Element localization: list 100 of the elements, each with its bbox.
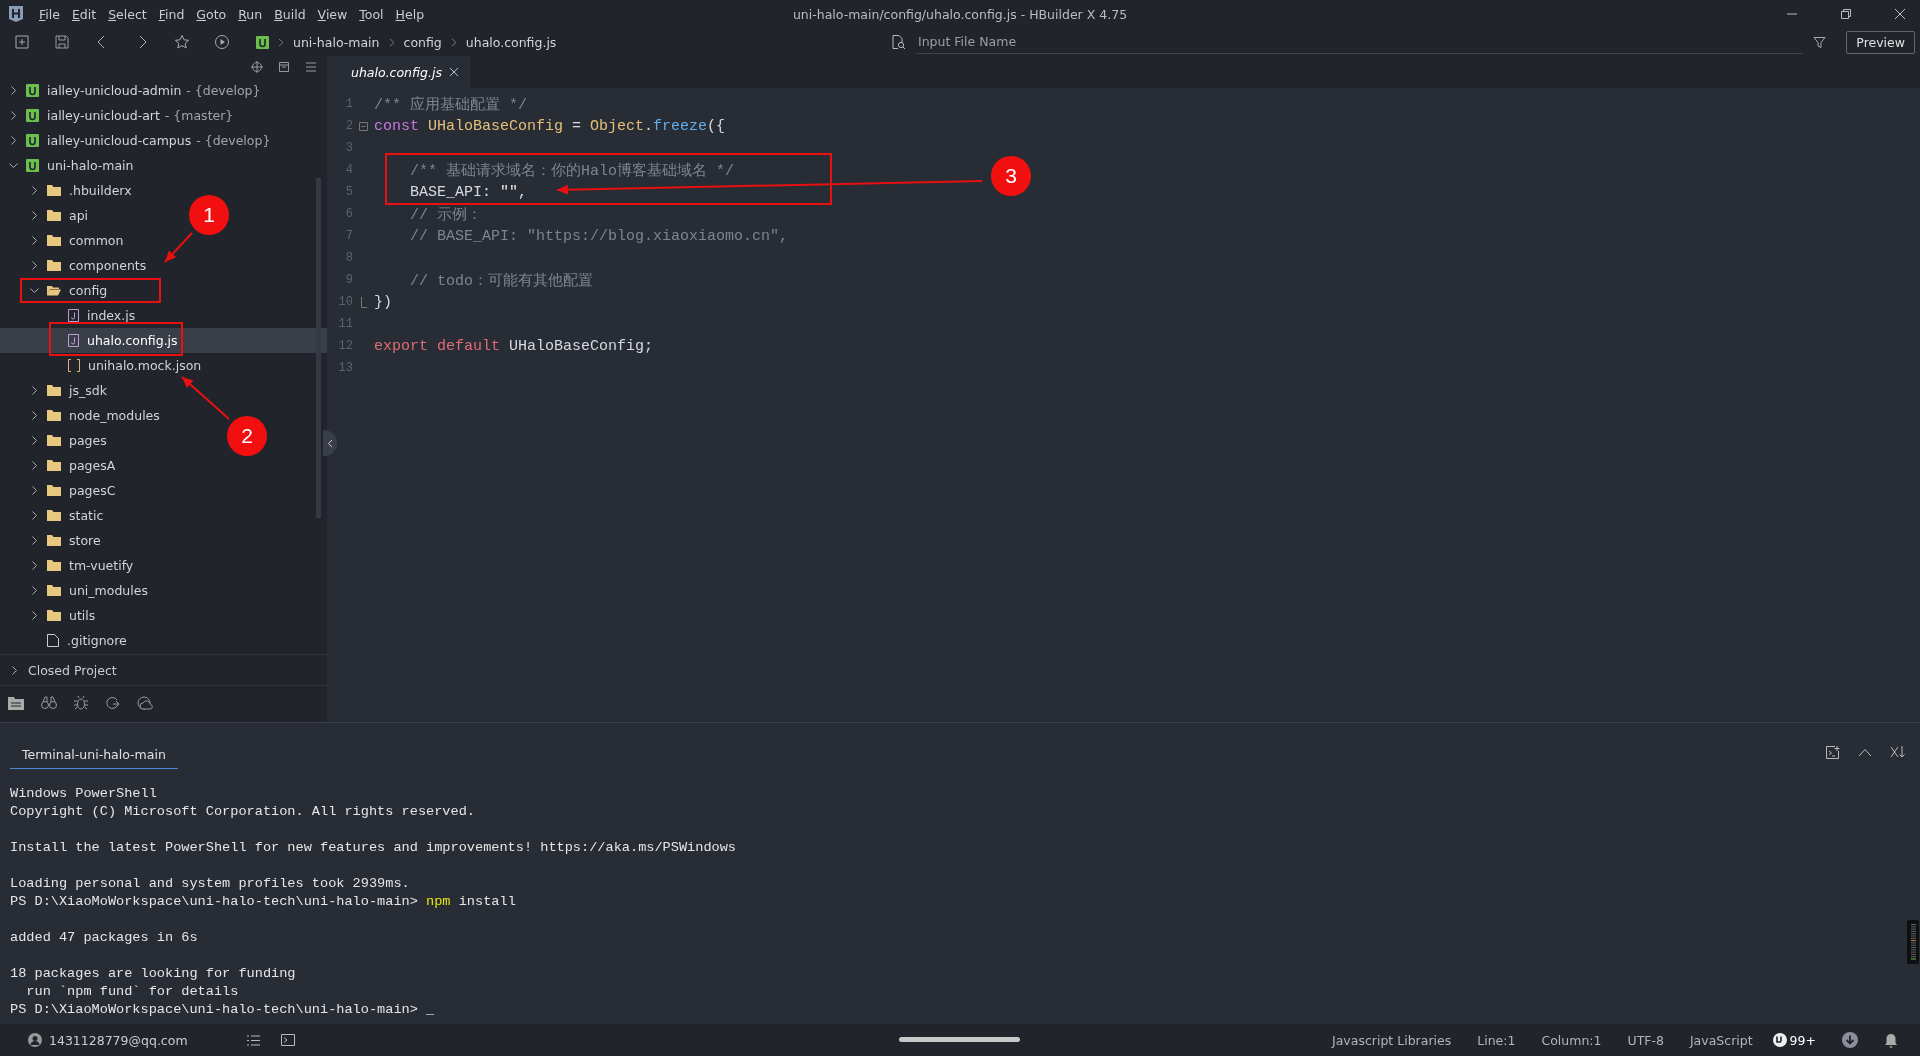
chevron-right-icon[interactable]	[30, 586, 39, 595]
bug-icon[interactable]	[74, 696, 88, 710]
menu-icon[interactable]	[305, 61, 317, 73]
close-panel-icon[interactable]	[1890, 746, 1906, 758]
tree-item[interactable]: api	[0, 203, 95, 228]
project-manager-icon[interactable]	[8, 696, 24, 710]
closed-project-item[interactable]: Closed Project	[0, 654, 327, 685]
menu-item[interactable]: Build	[274, 6, 306, 22]
chevron-right-icon[interactable]	[30, 436, 39, 445]
menu-item[interactable]: Run	[238, 6, 263, 22]
tree-item[interactable]: components	[0, 253, 153, 278]
chevron-down-icon[interactable]	[30, 286, 39, 295]
tree-item[interactable]: pagesA	[0, 453, 122, 478]
terminal-tab[interactable]: Terminal-uni-halo-main	[10, 747, 178, 769]
breadcrumb-item[interactable]: config	[403, 34, 442, 50]
locate-icon[interactable]	[251, 61, 263, 73]
bell-icon[interactable]	[1884, 1032, 1898, 1048]
tree-item[interactable]: pagesC	[0, 478, 122, 503]
tree-item[interactable]: tm-vuetify	[0, 553, 140, 578]
save-icon[interactable]	[54, 34, 70, 50]
search-field[interactable]: Input File Name	[916, 30, 1804, 54]
tree-item-label: ialley-unicloud-admin	[47, 83, 182, 98]
tree-item[interactable]: store	[0, 528, 107, 553]
file-icon	[47, 634, 59, 647]
chevron-right-icon[interactable]	[30, 186, 39, 195]
chevron-right-icon[interactable]	[30, 386, 39, 395]
tree-item[interactable]: js_sdk	[0, 378, 113, 403]
refresh-icon[interactable]	[105, 696, 120, 710]
breadcrumb-item[interactable]: uhalo.config.js	[465, 34, 557, 50]
tree-item[interactable]: uhalo.config.js	[0, 328, 327, 353]
tree-item[interactable]: ialley-unicloud-art - {master}	[0, 103, 240, 128]
restore-icon[interactable]	[1840, 8, 1852, 20]
status-item[interactable]: Column:1	[1541, 1032, 1602, 1048]
chevron-right-icon[interactable]	[30, 561, 39, 570]
fold-icon[interactable]	[359, 121, 368, 131]
new-file-icon[interactable]	[14, 34, 30, 50]
messages-badge[interactable]: 99+	[1772, 1032, 1816, 1048]
filter-icon[interactable]	[1813, 35, 1827, 49]
chevron-right-icon[interactable]	[30, 261, 39, 270]
tree-item-label: pages	[69, 433, 107, 448]
line-number: 1	[344, 97, 353, 111]
tree-item[interactable]: uni_modules	[0, 578, 154, 603]
tree-item[interactable]: ialley-unicloud-admin - {develop}	[0, 78, 267, 103]
terminal-icon[interactable]	[280, 1034, 295, 1046]
menu-item[interactable]: Select	[108, 6, 147, 22]
status-item[interactable]: UTF-8	[1627, 1032, 1664, 1048]
scroll-handle[interactable]	[899, 1037, 1020, 1042]
tree-item[interactable]: utils	[0, 603, 102, 628]
list-icon[interactable]	[246, 1034, 260, 1046]
chevron-right-icon[interactable]	[30, 611, 39, 620]
chevron-right-icon[interactable]	[9, 136, 18, 145]
editor-tab[interactable]: uhalo.config.js	[327, 56, 470, 88]
tree-item[interactable]: pages	[0, 428, 113, 453]
scrollbar[interactable]	[316, 178, 321, 518]
chevron-down-icon[interactable]	[9, 161, 18, 170]
menu-item[interactable]: Help	[395, 6, 425, 22]
chevron-right-icon[interactable]	[30, 461, 39, 470]
tree-item[interactable]: ialley-unicloud-campus - {develop}	[0, 128, 277, 153]
menu-item[interactable]: File	[39, 6, 60, 22]
binoculars-icon[interactable]	[41, 696, 57, 710]
tree-item[interactable]: .hbuilderx	[0, 178, 138, 203]
collapse-handle[interactable]	[323, 430, 337, 456]
chevron-right-icon[interactable]	[9, 86, 18, 95]
chevron-right-icon[interactable]	[30, 411, 39, 420]
menu-item[interactable]: Edit	[71, 6, 97, 22]
folder-icon	[47, 485, 61, 496]
run-icon[interactable]	[214, 34, 230, 50]
tree-item[interactable]: static	[0, 503, 110, 528]
tree-item[interactable]: config	[0, 278, 114, 303]
folder-icon	[47, 260, 61, 271]
cloud-icon[interactable]	[137, 696, 153, 710]
user-account[interactable]: 1431128779@qq.com	[49, 1032, 188, 1048]
tree-item[interactable]: unihalo.mock.json	[0, 353, 208, 378]
collapse-all-icon[interactable]	[278, 61, 290, 73]
download-icon[interactable]	[1842, 1032, 1858, 1048]
chevron-right-icon[interactable]	[30, 486, 39, 495]
status-item[interactable]: Line:1	[1477, 1032, 1516, 1048]
tree-item[interactable]: node_modules	[0, 403, 166, 428]
menu-item[interactable]: Find	[158, 6, 185, 22]
tree-item[interactable]: uni-halo-main	[0, 153, 140, 178]
tree-item[interactable]: common	[0, 228, 130, 253]
status-item[interactable]: Javascript Libraries	[1332, 1032, 1452, 1048]
status-item[interactable]: JavaScript	[1689, 1032, 1753, 1048]
preview-button[interactable]: Preview	[1846, 30, 1915, 54]
menu-item[interactable]: View	[317, 6, 348, 22]
breadcrumb-item[interactable]: uni-halo-main	[293, 34, 380, 50]
star-icon[interactable]	[174, 34, 190, 50]
chevron-right-icon[interactable]	[30, 511, 39, 520]
close-icon[interactable]	[450, 68, 458, 76]
tree-item[interactable]: .gitignore	[0, 628, 133, 653]
menu-item[interactable]: Goto	[196, 6, 227, 22]
close-icon[interactable]	[1894, 8, 1906, 20]
new-terminal-icon[interactable]	[1826, 745, 1840, 759]
chevron-right-icon[interactable]	[30, 536, 39, 545]
chevron-right-icon[interactable]	[30, 236, 39, 245]
caret-up-icon[interactable]	[1858, 747, 1872, 757]
chevron-right-icon[interactable]	[30, 211, 39, 220]
menu-item[interactable]: Tool	[359, 6, 384, 22]
chevron-right-icon[interactable]	[9, 111, 18, 120]
tree-item[interactable]: index.js	[0, 303, 142, 328]
